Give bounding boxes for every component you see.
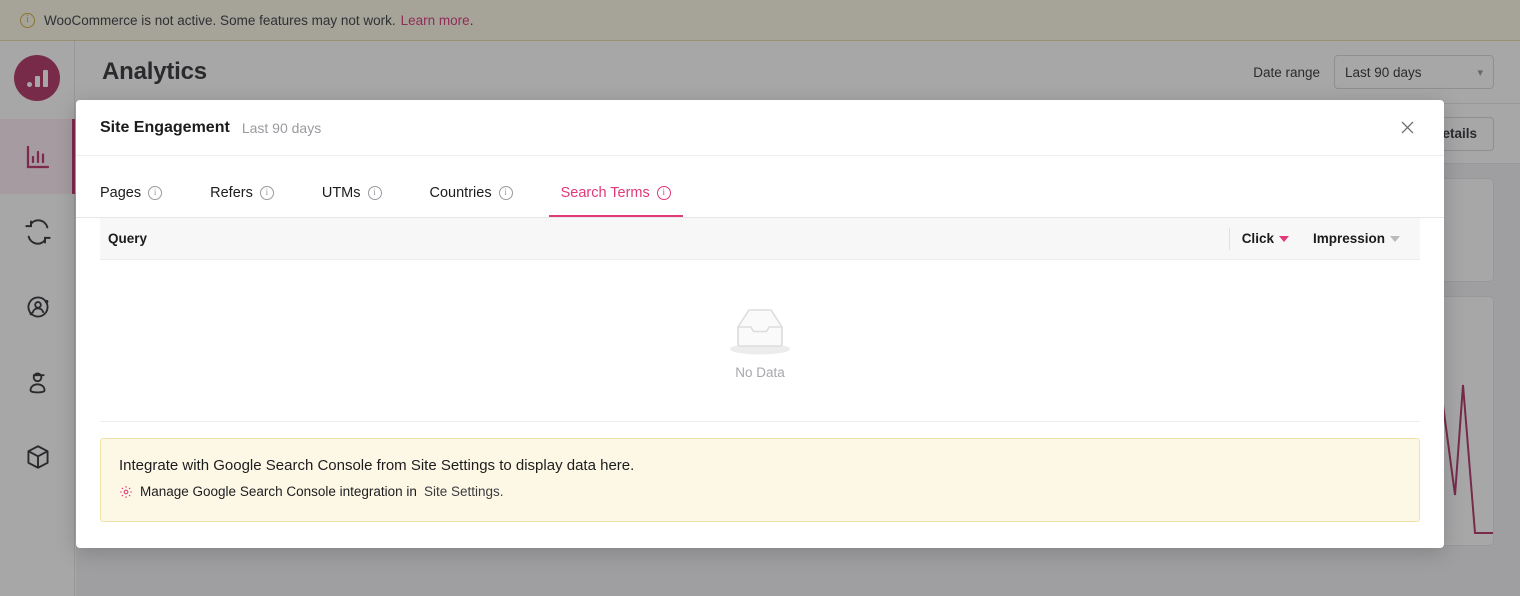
column-header-impression-label: Impression bbox=[1312, 231, 1385, 246]
tab-countries[interactable]: Countries i bbox=[418, 171, 525, 217]
tab-utms-label: UTMs bbox=[321, 185, 361, 201]
gsc-notice-link-row[interactable]: Manage Google Search Console integration… bbox=[119, 484, 1401, 499]
sort-caret-down-icon[interactable] bbox=[1390, 235, 1400, 242]
empty-tray-icon bbox=[730, 309, 790, 355]
tab-countries-label: Countries bbox=[429, 185, 492, 201]
tab-pages-label: Pages bbox=[100, 185, 142, 201]
info-icon[interactable]: i bbox=[367, 186, 382, 200]
modal-title: Site Engagement bbox=[100, 118, 230, 136]
tab-refers[interactable]: Refers i bbox=[198, 171, 286, 217]
gsc-notice-link-tail[interactable]: Site Settings. bbox=[424, 484, 504, 499]
gsc-integration-notice: Integrate with Google Search Console fro… bbox=[100, 438, 1420, 522]
tab-search-terms[interactable]: Search Terms i bbox=[548, 171, 683, 217]
empty-state-label: No Data bbox=[735, 365, 785, 380]
sort-caret-down-icon[interactable] bbox=[1278, 235, 1289, 242]
gsc-notice-link-strong[interactable]: Manage Google Search Console integration… bbox=[140, 484, 417, 499]
column-header-click[interactable]: Click bbox=[1228, 227, 1301, 250]
modal-subtitle: Last 90 days bbox=[241, 119, 322, 136]
site-engagement-modal: Site Engagement Last 90 days Pages i Ref… bbox=[76, 100, 1444, 548]
tab-utms[interactable]: UTMs i bbox=[310, 171, 394, 217]
info-icon[interactable]: i bbox=[498, 186, 513, 200]
modal-header: Site Engagement Last 90 days bbox=[76, 100, 1444, 156]
tab-refers-label: Refers bbox=[210, 185, 253, 201]
info-icon[interactable]: i bbox=[259, 186, 274, 200]
info-icon[interactable]: i bbox=[148, 186, 163, 200]
close-icon[interactable] bbox=[1394, 115, 1420, 141]
empty-state: No Data bbox=[100, 260, 1420, 422]
tab-search-terms-label: Search Terms bbox=[560, 185, 650, 201]
gear-icon bbox=[119, 485, 133, 499]
column-header-query: Query bbox=[108, 231, 148, 246]
table-header-row: Query Click Impression bbox=[100, 218, 1420, 260]
column-header-impression[interactable]: Impression bbox=[1301, 228, 1412, 250]
modal-tabs: Pages i Refers i UTMs i Countries i Sear… bbox=[76, 156, 1444, 218]
tab-pages[interactable]: Pages i bbox=[88, 171, 174, 217]
info-icon[interactable]: i bbox=[656, 186, 671, 200]
column-header-click-label: Click bbox=[1241, 231, 1274, 246]
gsc-notice-title: Integrate with Google Search Console fro… bbox=[119, 457, 635, 474]
search-terms-table: Query Click Impression No Data bbox=[76, 218, 1444, 422]
